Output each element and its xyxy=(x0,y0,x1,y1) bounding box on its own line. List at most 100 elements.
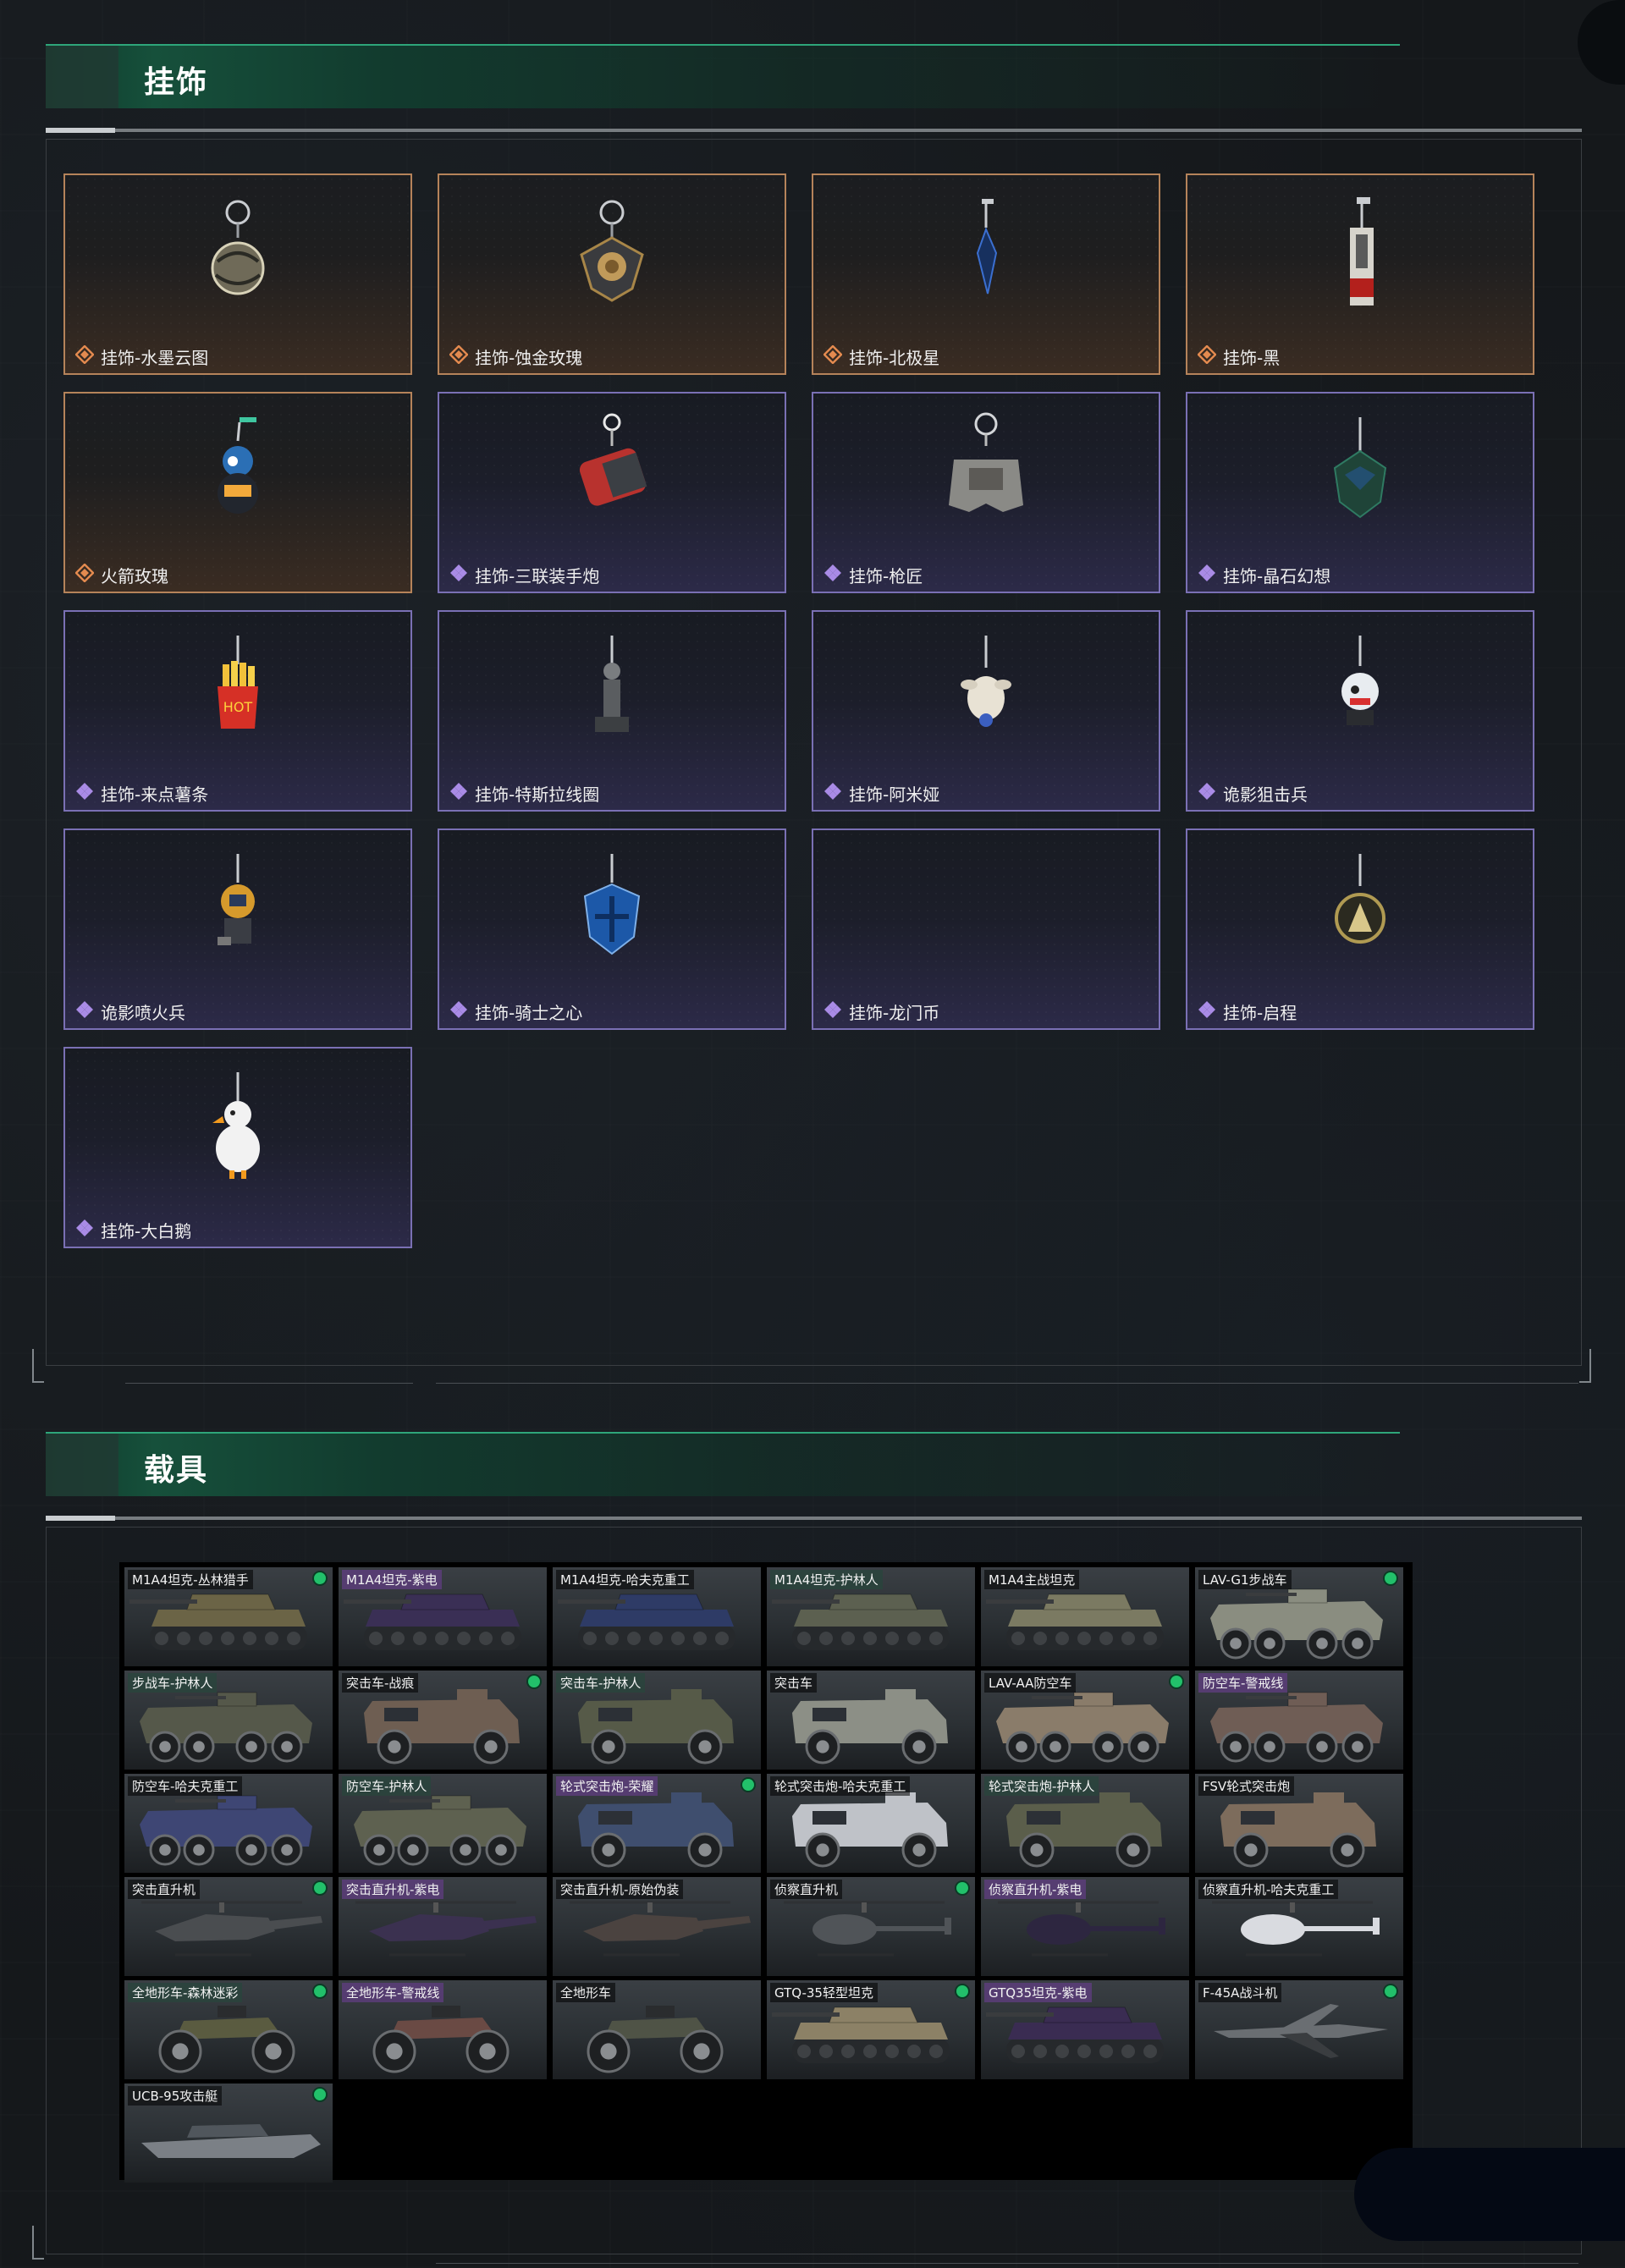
vehicle-tile[interactable]: GTQ-35轻型坦克 xyxy=(767,1980,975,2079)
gold-rarity-icon xyxy=(823,344,843,367)
charm-name: 挂饰-来点薯条 xyxy=(101,784,209,805)
charm-label: 挂饰-骑士之心 xyxy=(449,999,582,1023)
vehicle-tile[interactable]: LAV-G1步战车 xyxy=(1195,1567,1403,1666)
charms-section-title: 挂饰 xyxy=(144,65,209,100)
shield-charm-icon xyxy=(583,854,641,955)
charm-card[interactable]: 挂饰-启程 xyxy=(1186,828,1534,1030)
vehicle-name: FSV轮式突击炮 xyxy=(1198,1776,1295,1796)
vehicle-name: 侦察直升机 xyxy=(770,1880,843,1899)
gold-rarity-icon xyxy=(1197,344,1217,367)
vehicle-tile[interactable]: 突击直升机-原始伪装 xyxy=(553,1877,761,1976)
vehicle-tile[interactable]: FSV轮式突击炮 xyxy=(1195,1774,1403,1873)
vehicle-name: M1A4主战坦克 xyxy=(984,1570,1080,1589)
vehicle-tile[interactable]: M1A4坦克-紫电 xyxy=(339,1567,547,1666)
charm-card[interactable]: 挂饰-骑士之心 xyxy=(438,828,786,1030)
vehicle-name: 侦察直升机-紫电 xyxy=(984,1880,1087,1899)
vehicle-tile[interactable]: 侦察直升机-哈夫克重工 xyxy=(1195,1877,1403,1976)
vehicle-tile[interactable]: 防空车-护林人 xyxy=(339,1774,547,1873)
charm-label: 挂饰-黑 xyxy=(1197,344,1281,368)
charm-label: 火箭玫瑰 xyxy=(74,563,168,586)
vehicle-tile[interactable]: 突击车-护林人 xyxy=(553,1671,761,1770)
vehicle-name: 全地形车 xyxy=(556,1983,616,2002)
vehicle-tile[interactable]: 轮式突击炮-哈夫克重工 xyxy=(767,1774,975,1873)
vehicle-name: 突击车 xyxy=(770,1673,818,1693)
charm-label: 挂饰-枪匠 xyxy=(824,563,923,586)
charm-card[interactable]: 挂饰-枪匠 xyxy=(812,392,1160,593)
vehicle-tile[interactable]: 侦察直升机 xyxy=(767,1877,975,1976)
charm-name: 挂饰-大白鹅 xyxy=(101,1220,192,1241)
status-dot xyxy=(528,1676,540,1687)
charms-grid: 挂饰-水墨云图 挂饰-蚀金玫瑰 挂饰-北极星 挂饰-黑 火箭玫瑰 挂饰-三联装手… xyxy=(63,173,1536,1248)
vehicle-tile[interactable]: 防空车-警戒线 xyxy=(1195,1671,1403,1770)
charm-name: 挂饰-枪匠 xyxy=(849,565,923,586)
vehicle-tile[interactable]: M1A4主战坦克 xyxy=(981,1567,1189,1666)
charm-card[interactable]: 挂饰-北极星 xyxy=(812,173,1160,375)
launcher-charm-icon xyxy=(579,413,647,506)
vehicle-tile[interactable]: 全地形车-森林迷彩 xyxy=(124,1980,333,2079)
vehicle-tile[interactable]: 突击直升机 xyxy=(124,1877,333,1976)
vehicle-tile[interactable]: 步战车-护林人 xyxy=(124,1671,333,1770)
vehicle-tile[interactable]: M1A4坦克-哈夫克重工 xyxy=(553,1567,761,1666)
purple-rarity-icon xyxy=(75,1219,94,1241)
vehicle-tile[interactable]: 突击车 xyxy=(767,1671,975,1770)
panel-corner-left xyxy=(32,2226,44,2260)
vehicle-name: M1A4坦克-紫电 xyxy=(342,1570,442,1589)
charm-name: 挂饰-龙门币 xyxy=(849,1002,940,1023)
vehicle-tile[interactable]: 轮式突击炮-护林人 xyxy=(981,1774,1189,1873)
charm-card[interactable]: 挂饰-水墨云图 xyxy=(63,173,412,375)
vehicle-tile[interactable]: UCB-95攻击艇 xyxy=(124,2084,333,2183)
charm-name: 挂饰-特斯拉线圈 xyxy=(475,784,600,805)
fries-charm-icon: HOT xyxy=(218,636,258,729)
vehicles-grid: M1A4坦克-丛林猎手 M1A4坦克-紫电 M1A4坦克-哈夫克重工 M1A4坦… xyxy=(119,1562,1413,2183)
vehicles-section-title: 载具 xyxy=(144,1453,209,1488)
vehicle-name: 步战车-护林人 xyxy=(128,1673,218,1693)
vehicle-tile[interactable]: 全地形车 xyxy=(553,1980,761,2079)
charm-card[interactable]: 诡影狙击兵 xyxy=(1186,610,1534,812)
charm-card[interactable]: HOT 挂饰-来点薯条 xyxy=(63,610,412,812)
charm-card[interactable]: 挂饰-黑 xyxy=(1186,173,1534,375)
vehicle-name: M1A4坦克-护林人 xyxy=(770,1570,883,1589)
charm-name: 诡影狙击兵 xyxy=(1223,784,1308,805)
charm-card[interactable]: 挂饰-蚀金玫瑰 xyxy=(438,173,786,375)
charm-card[interactable]: 挂饰-阿米娅 xyxy=(812,610,1160,812)
panel-underline xyxy=(436,2263,1578,2264)
vehicle-tile[interactable]: 突击直升机-紫电 xyxy=(339,1877,547,1976)
vehicle-tile[interactable]: GTQ35坦克-紫电 xyxy=(981,1980,1189,2079)
status-dot xyxy=(1171,1676,1182,1687)
vehicle-tile[interactable]: 突击车-战痕 xyxy=(339,1671,547,1770)
vehicle-name: 防空车-哈夫克重工 xyxy=(128,1776,243,1796)
charm-card[interactable]: 挂饰-大白鹅 xyxy=(63,1047,412,1248)
header-tab-block xyxy=(46,46,118,108)
charm-card[interactable]: 挂饰-特斯拉线圈 xyxy=(438,610,786,812)
vehicle-name: 突击直升机-紫电 xyxy=(342,1880,444,1899)
vehicle-tile[interactable]: M1A4坦克-护林人 xyxy=(767,1567,975,1666)
status-dot xyxy=(314,1882,326,1894)
status-dot xyxy=(956,1985,968,1997)
orb-charm-icon xyxy=(211,200,265,295)
vehicle-tile[interactable]: 防空车-哈夫克重工 xyxy=(124,1774,333,1873)
charm-name: 挂饰-黑 xyxy=(1223,347,1281,368)
charm-card[interactable]: 挂饰-晶石幻想 xyxy=(1186,392,1534,593)
charm-label: 诡影狙击兵 xyxy=(1198,781,1308,805)
charm-name: 火箭玫瑰 xyxy=(101,565,168,586)
vehicle-name: 轮式突击炮-哈夫克重工 xyxy=(770,1776,911,1796)
charm-label: 挂饰-阿米娅 xyxy=(824,781,939,805)
vehicle-tile[interactable]: M1A4坦克-丛林猎手 xyxy=(124,1567,333,1666)
charm-label: 挂饰-水墨云图 xyxy=(74,344,208,368)
vehicle-tile[interactable]: LAV-AA防空车 xyxy=(981,1671,1189,1770)
charm-card[interactable]: 火箭玫瑰 xyxy=(63,392,412,593)
charm-label: 挂饰-启程 xyxy=(1198,999,1297,1023)
svg-text:HOT: HOT xyxy=(223,699,253,715)
vehicle-tile[interactable]: 侦察直升机-紫电 xyxy=(981,1877,1189,1976)
purple-rarity-icon xyxy=(824,782,842,804)
charm-card[interactable]: 挂饰-三联装手炮 xyxy=(438,392,786,593)
vehicle-tile[interactable]: 全地形车-警戒线 xyxy=(339,1980,547,2079)
charm-card[interactable]: 挂饰-龙门币 xyxy=(812,828,1160,1030)
charm-card[interactable]: 诡影喷火兵 xyxy=(63,828,412,1030)
charm-label: 挂饰-来点薯条 xyxy=(75,781,208,805)
status-dot xyxy=(314,1572,326,1584)
panel-corner-right xyxy=(1579,1349,1591,1383)
charm-name: 诡影喷火兵 xyxy=(101,1002,185,1023)
vehicle-tile[interactable]: F-45A战斗机 xyxy=(1195,1980,1403,2079)
vehicle-tile[interactable]: 轮式突击炮-荣耀 xyxy=(553,1774,761,1873)
